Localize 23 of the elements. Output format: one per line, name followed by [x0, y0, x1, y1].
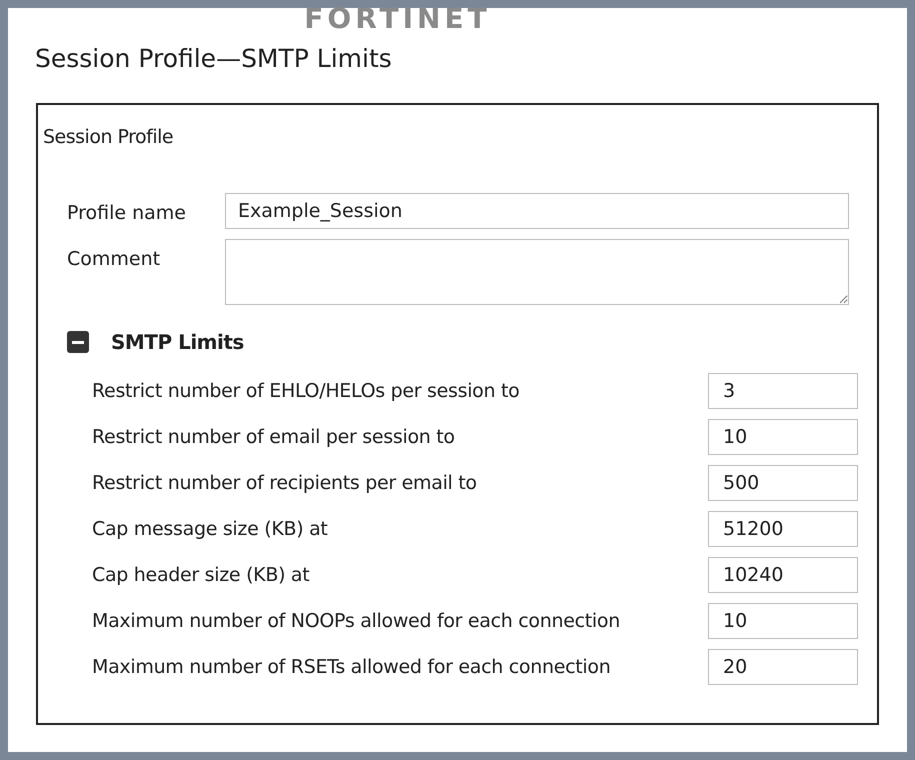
number-field[interactable]: 20 [708, 649, 858, 685]
section-title: SMTP Limits [111, 329, 244, 356]
limit-label: Restrict number of EHLO/HELOs per session to [92, 378, 520, 404]
limit-label: Cap header size (KB) at [92, 562, 310, 588]
comment-field[interactable] [225, 239, 849, 305]
limit-label: Cap message size (KB) at [92, 516, 328, 542]
number-field[interactable]: 10240 [708, 557, 858, 593]
number-field[interactable]: 500 [708, 465, 858, 501]
limit-label: Restrict number of recipients per email to [92, 470, 477, 496]
limit-label: Maximum number of RSETs allowed for each connection [92, 654, 610, 680]
page-title: Session Profile—SMTP Limits [35, 43, 393, 75]
text-field[interactable]: Example_Session [225, 193, 849, 229]
number-field[interactable]: 10 [708, 419, 858, 455]
collapse-toggle[interactable] [67, 331, 89, 353]
number-field[interactable]: 51200 [708, 511, 858, 547]
panel-heading: Session Profile [43, 124, 174, 150]
number-field[interactable]: 3 [708, 373, 858, 409]
field-label: Profile name [67, 201, 188, 226]
field-label: Comment [67, 247, 162, 272]
limit-label: Restrict number of email per session to [92, 424, 455, 450]
limit-label: Maximum number of NOOPs allowed for each connection [92, 608, 620, 634]
brand-logo: FORTINET [304, 5, 491, 37]
number-field[interactable]: 10 [708, 603, 858, 639]
